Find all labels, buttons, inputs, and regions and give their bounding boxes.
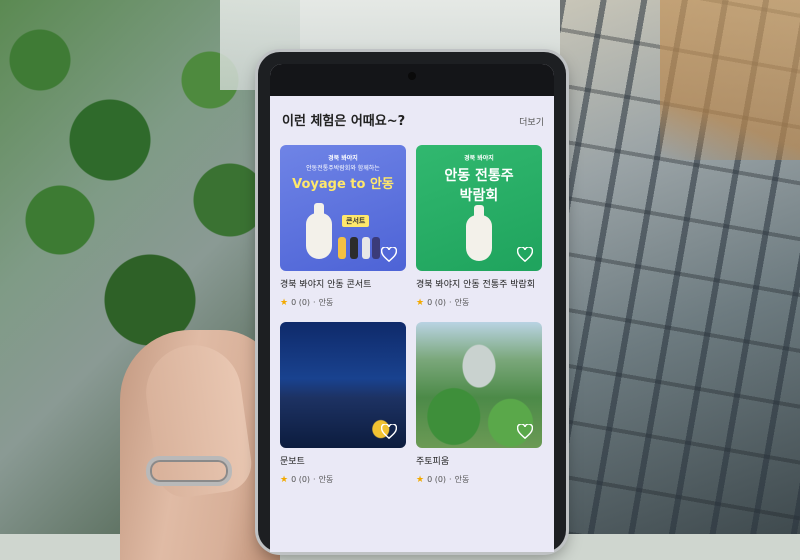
rating: 0 (0) (427, 475, 447, 484)
phone-screen: 이런 체험은 어때요~? 더보기 경북 봐야지 안동전통주박람회와 함께하는 V… (270, 64, 554, 552)
heart-icon (381, 423, 397, 439)
favorite-button[interactable] (380, 422, 398, 440)
smartphone: 이런 체험은 어때요~? 더보기 경북 봐야지 안동전통주박람회와 함께하는 V… (258, 52, 566, 552)
experience-card[interactable]: 주토피움 ★ 0 (0) · 안동 (416, 322, 542, 485)
heart-icon (517, 246, 533, 262)
poster-brand: 경북 봐야지 (328, 155, 358, 162)
star-icon: ★ (416, 474, 425, 485)
card-title[interactable]: 문보트 (280, 456, 406, 469)
card-meta: ★ 0 (0) · 안동 (280, 297, 406, 308)
separator: · (449, 475, 452, 484)
separator: · (313, 475, 316, 484)
section-title: 이런 체험은 어때요~? (282, 114, 406, 129)
card-title[interactable]: 경북 봐야지 안동 콘서트 (280, 279, 406, 292)
heart-icon (381, 246, 397, 262)
card-thumbnail[interactable]: 경북 봐야지 안동전통주박람회와 함께하는 Voyage to 안동 콘서트 (280, 145, 406, 271)
more-link[interactable]: 더보기 (519, 115, 544, 128)
star-icon: ★ (280, 297, 289, 308)
star-icon: ★ (280, 474, 289, 485)
performers-illustration (338, 233, 382, 259)
location: 안동 (454, 298, 470, 307)
favorite-button[interactable] (516, 245, 534, 263)
separator: · (449, 298, 452, 307)
bottle-illustration (466, 205, 492, 261)
rating: 0 (0) (427, 298, 447, 307)
section-header: 이런 체험은 어때요~? 더보기 (270, 96, 554, 129)
experience-grid: 경북 봐야지 안동전통주박람회와 함께하는 Voyage to 안동 콘서트 경… (270, 129, 554, 485)
wooden-table (660, 0, 800, 160)
location: 안동 (318, 475, 334, 484)
favorite-button[interactable] (380, 245, 398, 263)
favorite-button[interactable] (516, 422, 534, 440)
status-bar (270, 64, 554, 96)
experience-card[interactable]: 경북 봐야지 안동 전통주 박람회 경북 봐야지 안동 전통주 박람회 ★ 0 … (416, 145, 542, 308)
poster-title: Voyage to 안동 (292, 177, 394, 192)
poster-subtitle: 안동전통주박람회와 함께하는 (306, 165, 380, 172)
poster-brand: 경북 봐야지 (464, 155, 494, 162)
card-title[interactable]: 경북 봐야지 안동 전통주 박람회 (416, 279, 542, 292)
experience-card[interactable]: 문보트 ★ 0 (0) · 안동 (280, 322, 406, 485)
card-meta: ★ 0 (0) · 안동 (416, 474, 542, 485)
rating: 0 (0) (291, 475, 311, 484)
front-camera (408, 72, 416, 80)
poster-tag: 콘서트 (342, 215, 370, 227)
card-thumbnail[interactable] (280, 322, 406, 448)
card-thumbnail[interactable] (416, 322, 542, 448)
poster-title-line2: 박람회 (459, 188, 499, 204)
poster-title-line1: 안동 전통주 (444, 168, 514, 184)
silver-ring (146, 456, 232, 486)
card-thumbnail[interactable]: 경북 봐야지 안동 전통주 박람회 (416, 145, 542, 271)
card-meta: ★ 0 (0) · 안동 (280, 474, 406, 485)
star-icon: ★ (416, 297, 425, 308)
bottle-illustration (306, 203, 332, 259)
experience-card[interactable]: 경북 봐야지 안동전통주박람회와 함께하는 Voyage to 안동 콘서트 경… (280, 145, 406, 308)
rating: 0 (0) (291, 298, 311, 307)
heart-icon (517, 423, 533, 439)
card-meta: ★ 0 (0) · 안동 (416, 297, 542, 308)
card-title[interactable]: 주토피움 (416, 456, 542, 469)
separator: · (313, 298, 316, 307)
location: 안동 (454, 475, 470, 484)
location: 안동 (318, 298, 334, 307)
